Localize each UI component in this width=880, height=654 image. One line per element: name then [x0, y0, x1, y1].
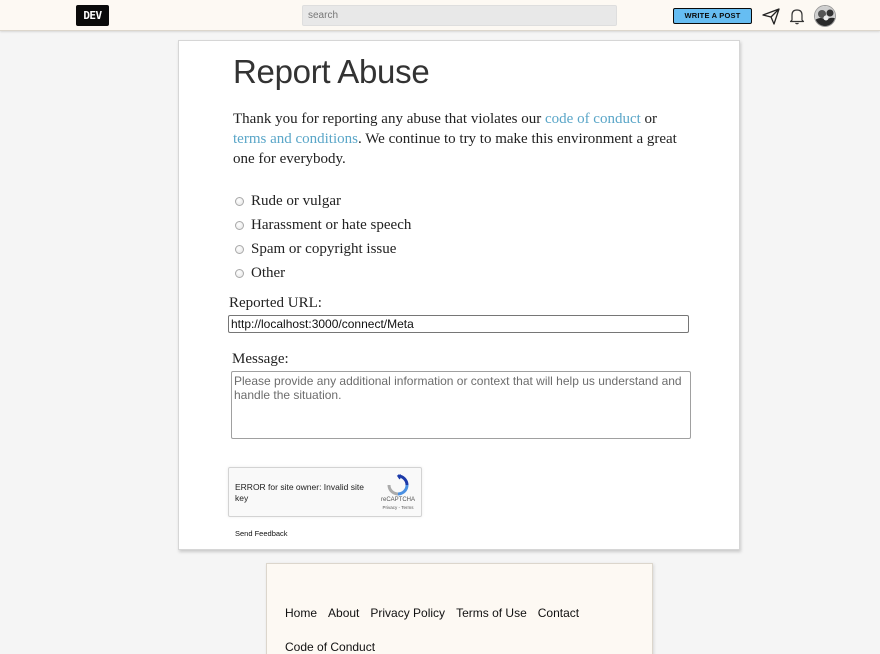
- footer-link-about[interactable]: About: [328, 606, 359, 620]
- option-label: Rude or vulgar: [251, 192, 341, 209]
- search-input[interactable]: [302, 5, 617, 26]
- radio-button[interactable]: [235, 220, 244, 230]
- report-reason-options: Rude or vulgar Harassment or hate speech…: [233, 189, 411, 285]
- avatar[interactable]: [814, 5, 836, 27]
- intro-prefix: Thank you for reporting any abuse that v…: [233, 111, 542, 127]
- option-label: Other: [251, 264, 286, 281]
- recaptcha-logo-icon: [387, 474, 409, 496]
- recaptcha-widget[interactable]: ERROR for site owner: Invalid site key r…: [228, 467, 422, 517]
- reported-url-label: Reported URL:: [229, 295, 322, 311]
- option-rude[interactable]: Rude or vulgar: [233, 189, 411, 213]
- footer-link-contact[interactable]: Contact: [538, 606, 579, 620]
- report-abuse-card: Report Abuse Thank you for reporting any…: [178, 40, 740, 550]
- intro-or: or: [644, 111, 658, 127]
- send-feedback-link[interactable]: Send Feedback: [235, 529, 288, 538]
- recaptcha-brand: reCAPTCHA: [380, 497, 415, 503]
- recaptcha-error-text: ERROR for site owner: Invalid site key: [235, 482, 364, 503]
- code-of-conduct-link[interactable]: code of conduct: [545, 111, 641, 127]
- intro-text: Thank you for reporting any abuse that v…: [233, 109, 683, 169]
- bell-icon[interactable]: [787, 6, 807, 26]
- page-title: Report Abuse: [233, 53, 430, 90]
- footer-link-privacy-policy[interactable]: Privacy Policy: [370, 606, 445, 620]
- footer-link-home[interactable]: Home: [285, 606, 317, 620]
- message-label: Message:: [232, 351, 289, 367]
- top-bar: DEV WRITE A POST: [0, 0, 880, 31]
- dev-logo[interactable]: DEV: [76, 5, 109, 26]
- option-label: Harassment or hate speech: [251, 216, 412, 233]
- footer-links: Home About Privacy Policy Terms of Use C…: [285, 606, 579, 620]
- recaptcha-links[interactable]: Privacy - Terms: [375, 505, 421, 510]
- radio-button[interactable]: [235, 268, 244, 278]
- message-textarea[interactable]: [231, 371, 691, 439]
- option-spam[interactable]: Spam or copyright issue: [233, 237, 411, 261]
- paper-plane-icon[interactable]: [761, 6, 781, 26]
- option-other[interactable]: Other: [233, 261, 411, 285]
- footer-links-row-2: Code of Conduct: [285, 640, 375, 654]
- option-label: Spam or copyright issue: [251, 240, 397, 257]
- radio-button[interactable]: [235, 196, 244, 206]
- radio-button[interactable]: [235, 244, 244, 254]
- reported-url-input[interactable]: [228, 315, 689, 333]
- footer-link-code-of-conduct[interactable]: Code of Conduct: [285, 640, 375, 654]
- terms-link[interactable]: terms and conditions: [233, 131, 358, 147]
- footer: Home About Privacy Policy Terms of Use C…: [266, 563, 653, 654]
- write-post-button[interactable]: WRITE A POST: [673, 8, 752, 24]
- footer-link-terms-of-use[interactable]: Terms of Use: [456, 606, 527, 620]
- option-harassment[interactable]: Harassment or hate speech: [233, 213, 411, 237]
